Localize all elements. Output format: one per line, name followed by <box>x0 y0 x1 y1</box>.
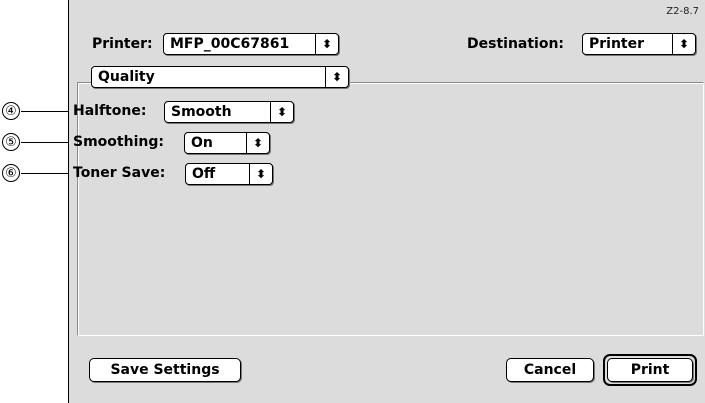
toner-save-popup[interactable]: Off ⬍ <box>185 163 273 185</box>
printer-label: Printer: <box>92 36 153 52</box>
panel-select-value: Quality <box>98 69 155 85</box>
cancel-button[interactable]: Cancel <box>506 358 594 382</box>
save-settings-button[interactable]: Save Settings <box>89 358 241 382</box>
smoothing-value: On <box>191 135 213 151</box>
callout-5: ⑤ <box>2 133 20 151</box>
toner-save-label: Toner Save: <box>73 165 166 181</box>
figure-reference: Z2-8.7 <box>666 6 699 17</box>
popup-arrows-icon: ⬍ <box>672 34 695 54</box>
callout-6: ⑥ <box>2 164 20 182</box>
popup-arrows-icon: ⬍ <box>246 133 269 153</box>
popup-arrows-icon: ⬍ <box>315 34 338 54</box>
smoothing-label: Smoothing: <box>73 134 164 150</box>
popup-arrows-icon: ⬍ <box>325 67 348 87</box>
destination-value: Printer <box>589 36 645 52</box>
halftone-popup[interactable]: Smooth ⬍ <box>164 101 294 123</box>
callout-4-leader <box>21 111 73 112</box>
destination-label: Destination: <box>467 36 565 52</box>
callout-6-leader <box>21 173 73 174</box>
popup-arrows-icon: ⬍ <box>249 164 272 184</box>
panel-select-popup[interactable]: Quality ⬍ <box>91 66 349 88</box>
callout-5-leader <box>21 142 73 143</box>
halftone-label: Halftone: <box>73 103 147 119</box>
callout-4: ④ <box>2 102 20 120</box>
popup-arrows-icon: ⬍ <box>270 102 293 122</box>
destination-popup[interactable]: Printer ⬍ <box>582 33 696 55</box>
toner-save-value: Off <box>192 166 216 182</box>
printer-popup[interactable]: MFP_00C67861 ⬍ <box>163 33 339 55</box>
halftone-value: Smooth <box>171 104 232 120</box>
smoothing-popup[interactable]: On ⬍ <box>184 132 270 154</box>
print-button[interactable]: Print <box>607 358 693 382</box>
printer-value: MFP_00C67861 <box>170 36 290 52</box>
